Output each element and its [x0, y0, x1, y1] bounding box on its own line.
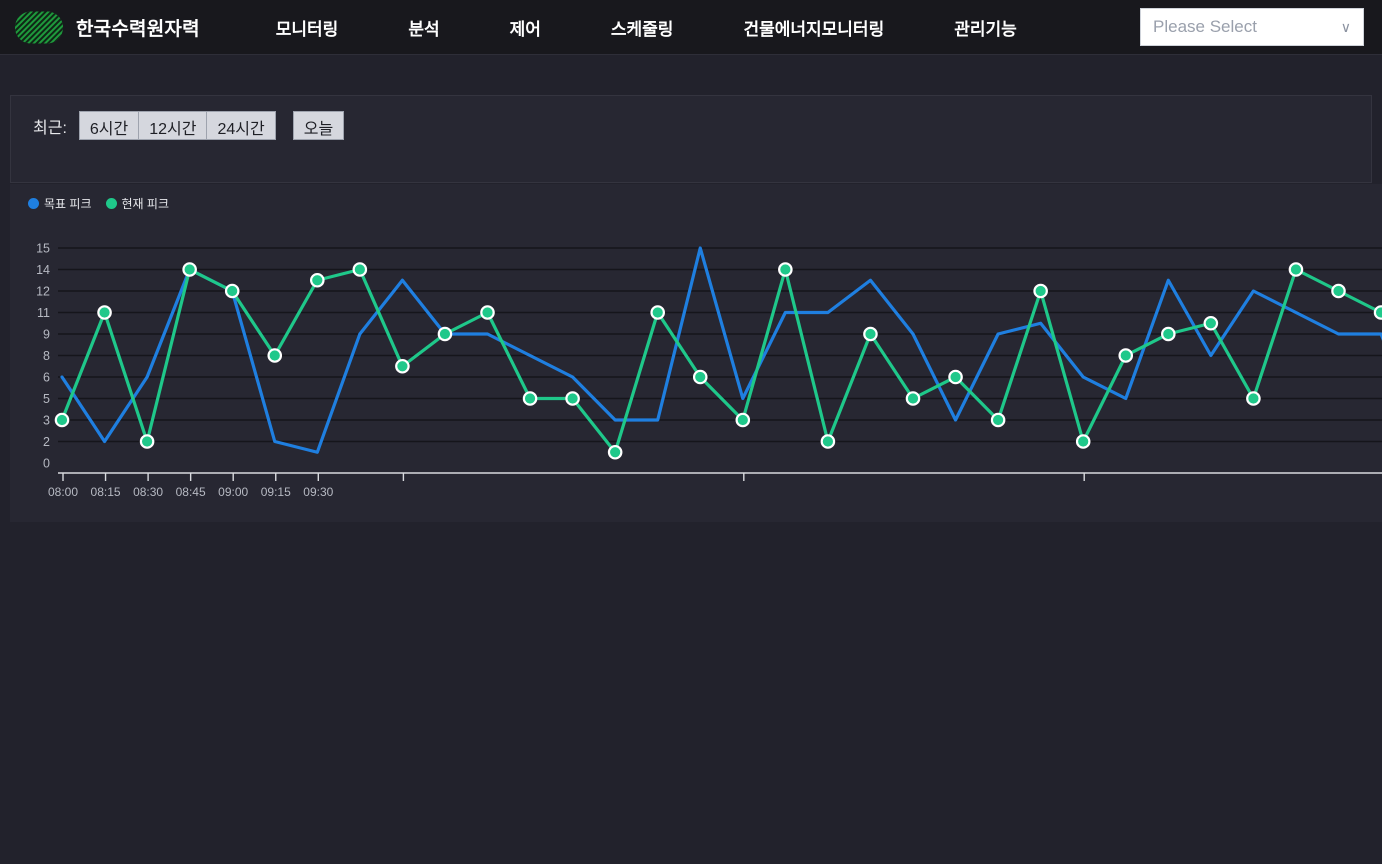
peak-chart-panel: 목표 피크 현재 피크 15 14 12 11 9 8 6 5 3 2 0 08:00 08:15 08:… [10, 184, 1382, 522]
y-axis-tick-label: 11 [37, 306, 50, 320]
data-point-marker[interactable] [948, 369, 963, 385]
legend-item-target-peak[interactable]: 목표 피크 [28, 195, 92, 212]
plot-area: 15 14 12 11 9 8 6 5 3 2 0 08:00 08:15 08:30 08:45 09:00… [10, 224, 1382, 514]
data-point-marker[interactable] [352, 262, 368, 277]
x-axis-tick-label: 09:15 [261, 485, 291, 499]
data-point-marker[interactable] [565, 391, 580, 406]
y-axis-tick-label: 3 [43, 414, 50, 428]
data-point-marker[interactable] [139, 434, 155, 449]
chevron-down-icon: ∨ [1340, 19, 1351, 35]
series-line-target-peak [60, 246, 1382, 454]
range-button-group: 6시간 12시간 24시간 [78, 111, 276, 140]
range-label: 최근: [33, 119, 67, 137]
brand-title: 한국수력원자력 [76, 18, 200, 40]
data-point-marker[interactable] [863, 326, 878, 342]
y-axis-tick-label: 12 [36, 285, 50, 299]
legend-dot-current-peak [105, 198, 117, 209]
x-axis-tick-label: 08:30 [133, 485, 163, 499]
data-point-marker[interactable] [607, 444, 623, 460]
data-point-marker[interactable] [905, 391, 921, 406]
data-point-marker[interactable] [480, 305, 495, 320]
data-point-marker[interactable] [54, 412, 70, 428]
y-axis-tick-label: 6 [43, 371, 50, 385]
nav-management[interactable]: 관리기능 [952, 9, 1019, 46]
data-point-marker[interactable] [437, 326, 453, 342]
line-chart-svg: 15 14 12 11 9 8 6 5 3 2 0 08:00 08:15 08:30 08:45 09:00… [36, 242, 1382, 499]
data-point-marker[interactable] [820, 434, 836, 449]
data-point-marker[interactable] [1288, 262, 1304, 277]
legend-item-current-peak[interactable]: 현재 피크 [105, 195, 170, 212]
nav-control[interactable]: 제어 [508, 9, 543, 46]
x-axis-tick-label: 08:45 [176, 485, 206, 499]
hatched-double-circle-logo-icon [15, 11, 63, 43]
data-point-marker[interactable] [267, 348, 283, 363]
x-axis-tick-label: 08:00 [48, 485, 78, 499]
range-24h[interactable]: 24시간 [206, 111, 276, 140]
range-today[interactable]: 오늘 [292, 111, 345, 140]
site-select-dropdown[interactable]: Please Select ∨ [1140, 8, 1364, 46]
x-axis-tick-label: 09:30 [303, 485, 333, 499]
data-point-marker[interactable] [1075, 434, 1091, 449]
site-select-value: Please Select [1153, 17, 1257, 36]
y-axis-tick-label: 15 [36, 242, 50, 256]
y-axis-tick-label: 8 [43, 349, 50, 363]
data-point-marker[interactable] [1203, 315, 1219, 331]
legend-dot-target-peak [28, 198, 39, 209]
nav-links: 모니터링 분석 제어 스케줄링 건물에너지모니터링 관리기능 [256, 9, 1096, 46]
x-axis-tick-label: 08:15 [91, 485, 121, 499]
legend-label-target-peak: 목표 피크 [44, 197, 92, 211]
range-toolbar-panel: 최근: 6시간 12시간 24시간 오늘 [10, 95, 1372, 183]
data-point-marker[interactable] [309, 272, 325, 288]
range-6h[interactable]: 6시간 [78, 111, 140, 140]
nav-scheduling[interactable]: 스케줄링 [609, 9, 676, 46]
data-point-marker[interactable] [1373, 305, 1382, 320]
data-point-marker[interactable] [1331, 283, 1346, 299]
data-point-marker[interactable] [182, 262, 197, 277]
top-navigation-bar: 한국수력원자력 모니터링 분석 제어 스케줄링 건물에너지모니터링 관리기능 P… [0, 0, 1382, 55]
y-axis-tick-label: 9 [43, 328, 50, 342]
nav-monitoring[interactable]: 모니터링 [274, 9, 341, 46]
data-point-marker[interactable] [1161, 326, 1176, 342]
data-point-marker[interactable] [1033, 283, 1048, 299]
series-line-current-peak [60, 267, 1382, 454]
nav-building-energy-monitoring[interactable]: 건물에너지모니터링 [741, 9, 886, 46]
data-point-marker[interactable] [692, 369, 708, 385]
data-point-marker[interactable] [97, 305, 112, 320]
y-axis-tick-label: 2 [43, 435, 50, 449]
range-12h[interactable]: 12시간 [138, 111, 208, 140]
legend-label-current-peak: 현재 피크 [121, 197, 170, 211]
data-point-marker[interactable] [1246, 391, 1261, 406]
data-point-marker[interactable] [650, 305, 665, 320]
y-axis-tick-label: 5 [43, 392, 50, 406]
range-row: 최근: 6시간 12시간 24시간 오늘 [33, 111, 345, 140]
data-point-marker[interactable] [395, 358, 410, 374]
data-point-marker[interactable] [522, 391, 538, 406]
x-axis-tick-label: 09:00 [218, 485, 248, 499]
data-point-marker[interactable] [778, 262, 793, 277]
y-axis-tick-label: 14 [36, 263, 50, 277]
data-point-marker[interactable] [735, 412, 751, 428]
data-point-marker[interactable] [224, 283, 240, 299]
brand[interactable]: 한국수력원자력 [14, 8, 200, 47]
data-point-marker[interactable] [1118, 348, 1134, 363]
y-axis-tick-label: 0 [43, 457, 50, 471]
chart-legend: 목표 피크 현재 피크 [10, 184, 1382, 212]
nav-analysis[interactable]: 분석 [406, 9, 441, 46]
data-point-marker[interactable] [990, 412, 1006, 428]
